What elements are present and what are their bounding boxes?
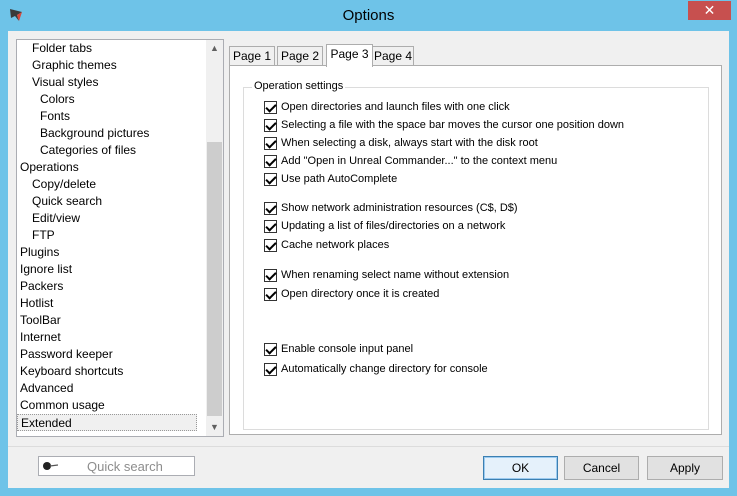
tree-item[interactable]: Hotlist	[17, 295, 53, 312]
tree-item[interactable]: Graphic themes	[17, 57, 117, 74]
checkbox[interactable]	[264, 362, 277, 376]
tree-item[interactable]: Plugins	[17, 244, 59, 261]
checkbox[interactable]	[264, 118, 277, 132]
option-row[interactable]: Selecting a file with the space bar move…	[264, 117, 624, 133]
tree-item[interactable]: Advanced	[17, 380, 73, 397]
options-window: Options ✕ Folder tabs Graphic themes Visua…	[0, 0, 737, 496]
checkbox[interactable]	[264, 287, 277, 301]
tree-item[interactable]: Background pictures	[17, 125, 149, 142]
option-label: Cache network places	[281, 239, 390, 251]
tree-item[interactable]: Copy/delete	[17, 176, 96, 193]
tree-item[interactable]: Visual styles	[17, 74, 98, 91]
tree-item[interactable]: Packers	[17, 278, 63, 295]
tab-page-2[interactable]: Page 2	[277, 46, 323, 66]
option-label: Updating a list of files/directories on …	[281, 220, 506, 232]
option-row[interactable]: When renaming select name without extens…	[264, 267, 509, 283]
tree-item[interactable]: Fonts	[17, 108, 70, 125]
tree-item[interactable]: Keyboard shortcuts	[17, 363, 123, 380]
tree-item[interactable]: Categories of files	[17, 142, 136, 159]
tree-scrollbar[interactable]: ▲ ▼	[206, 40, 223, 436]
tree-item[interactable]: Edit/view	[17, 210, 80, 227]
option-label: Open directories and launch files with o…	[281, 101, 510, 113]
quick-search-placeholder: Quick search	[87, 459, 163, 474]
apply-button[interactable]: Apply	[647, 456, 723, 480]
tab-page-3: Operation settings Open directories and …	[229, 65, 722, 435]
tree-item[interactable]: Quick search	[17, 193, 102, 210]
tree-item[interactable]: Common usage	[17, 397, 105, 414]
close-button[interactable]: ✕	[688, 1, 731, 20]
checkbox[interactable]	[264, 154, 277, 168]
option-row[interactable]: Automatically change directory for conso…	[264, 361, 488, 377]
option-row[interactable]: Enable console input panel	[264, 341, 413, 357]
checkbox[interactable]	[264, 100, 277, 114]
tree-item[interactable]: ToolBar	[17, 312, 61, 329]
cancel-button[interactable]: Cancel	[564, 456, 639, 480]
tree-item[interactable]: Extended	[17, 414, 197, 431]
option-label: Show network administration resources (C…	[281, 202, 518, 214]
option-label: When renaming select name without extens…	[281, 269, 510, 281]
option-row[interactable]: Cache network places	[264, 237, 389, 253]
eye-icon	[43, 462, 58, 470]
option-label: Selecting a file with the space bar move…	[281, 119, 625, 131]
option-row[interactable]: Show network administration resources (C…	[264, 200, 518, 216]
checkbox[interactable]	[264, 238, 277, 252]
tab-page-4[interactable]: Page 4	[372, 46, 414, 66]
option-row[interactable]: Add "Open in Unreal Commander..." to the…	[264, 153, 557, 169]
group-title: Operation settings	[252, 80, 346, 92]
tab-page-1[interactable]: Page 1	[229, 46, 275, 66]
option-label: Automatically change directory for conso…	[281, 363, 488, 375]
window-title: Options	[342, 7, 395, 24]
tree-item[interactable]: Folder tabs	[17, 40, 92, 57]
option-label: Add "Open in Unreal Commander..." to the…	[281, 155, 558, 167]
scroll-down-arrow[interactable]: ▼	[206, 419, 223, 436]
option-label: Enable console input panel	[281, 343, 414, 355]
option-label: When selecting a disk, always start with…	[281, 137, 538, 149]
option-label: Use path AutoComplete	[281, 173, 398, 185]
title-bar: Options ✕	[0, 0, 737, 32]
tree-item[interactable]: FTP	[17, 227, 55, 244]
tree-item[interactable]: Password keeper	[17, 346, 113, 363]
option-row[interactable]: Open directories and launch files with o…	[264, 99, 510, 115]
checkbox[interactable]	[264, 172, 277, 186]
tree-item[interactable]: Internet	[17, 329, 61, 346]
operation-settings-group: Operation settings Open directories and …	[243, 80, 709, 430]
scroll-thumb[interactable]	[207, 142, 222, 416]
separator	[8, 446, 729, 447]
tab-page-3[interactable]: Page 3	[326, 44, 373, 67]
option-row[interactable]: When selecting a disk, always start with…	[264, 135, 538, 151]
checkbox[interactable]	[264, 268, 277, 282]
tree-item[interactable]: Colors	[17, 91, 75, 108]
checkbox[interactable]	[264, 342, 277, 356]
option-row[interactable]: Use path AutoComplete	[264, 171, 397, 187]
checkbox[interactable]	[264, 136, 277, 150]
dialog-body: Folder tabs Graphic themes Visual styles Co…	[8, 31, 729, 488]
tree-item[interactable]: Operations	[17, 159, 79, 176]
option-label: Open directory once it is created	[281, 288, 440, 300]
checkbox[interactable]	[264, 201, 277, 215]
option-row[interactable]: Updating a list of files/directories on …	[264, 218, 505, 234]
scroll-up-arrow[interactable]: ▲	[206, 40, 223, 57]
quick-search-input[interactable]: Quick search	[38, 456, 195, 476]
ok-button[interactable]: OK	[483, 456, 558, 480]
checkbox[interactable]	[264, 219, 277, 233]
tree-item[interactable]: Ignore list	[17, 261, 72, 278]
options-tree[interactable]: Folder tabs Graphic themes Visual styles Co…	[16, 39, 224, 437]
option-row[interactable]: Open directory once it is created	[264, 286, 439, 302]
